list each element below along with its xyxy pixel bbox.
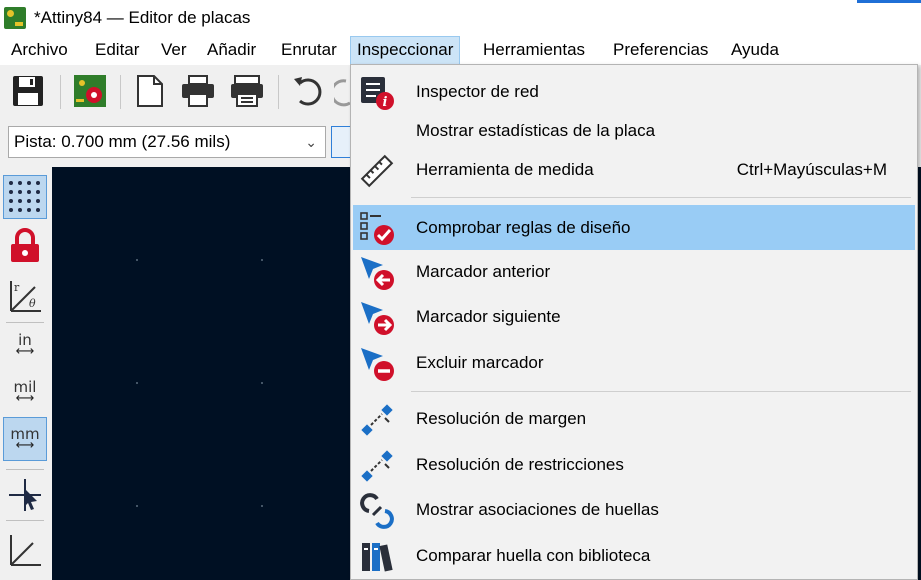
clearance-resolution-icon [359, 402, 395, 438]
menu-item-constraints-resolution[interactable]: Resolución de restricciones [353, 445, 915, 485]
svg-text:i: i [383, 95, 388, 110]
grid-dot [136, 259, 138, 261]
marker-previous-icon [359, 255, 395, 291]
menu-enrutar[interactable]: Enrutar [275, 36, 343, 65]
menu-item-compare-footprint-library[interactable]: Comparar huella con biblioteca [353, 536, 915, 576]
double-arrow-icon: ⟷ [15, 391, 35, 406]
toolbar-separator [278, 75, 279, 109]
save-icon[interactable] [10, 73, 46, 109]
undo-icon[interactable] [290, 73, 326, 109]
grid-dot [261, 382, 263, 384]
print-icon[interactable] [180, 73, 216, 109]
polar-coordinates-icon[interactable]: rθ [3, 273, 47, 317]
menu-item-measure-tool[interactable]: Herramienta de medida Ctrl+Mayúsculas+M [353, 150, 915, 190]
pcb-editor-app-icon [4, 7, 26, 29]
grid-dot [136, 505, 138, 507]
menu-separator [411, 391, 911, 392]
menu-item-label: Comprobar reglas de diseño [416, 218, 631, 237]
units-mm-button[interactable]: mm ⟷ [3, 417, 47, 461]
page-settings-icon[interactable] [132, 73, 168, 109]
menu-item-label: Resolución de margen [416, 409, 587, 428]
menu-item-clearance-resolution[interactable]: Resolución de margen [353, 399, 915, 439]
menu-item-design-rules-check[interactable]: Comprobar reglas de diseño [353, 205, 915, 250]
board-setup-icon[interactable] [72, 73, 108, 109]
menu-item-label: Inspector de red [416, 82, 539, 101]
grid-dot [136, 382, 138, 384]
chevron-down-icon: ⌄ [305, 134, 317, 150]
menu-item-shortcut: Ctrl+Mayúsculas+M [736, 160, 887, 179]
menu-item-label: Marcador anterior [416, 262, 551, 281]
library-compare-icon [359, 539, 395, 575]
menu-item-label: Mostrar asociaciones de huellas [416, 500, 659, 519]
menu-item-label: Herramienta de medida [416, 160, 594, 179]
menu-item-label: Marcador siguiente [416, 307, 561, 326]
grid-lock-icon[interactable] [3, 224, 47, 268]
menu-bar: Archivo Editar Ver Añadir Enrutar Inspec… [0, 36, 921, 65]
measure-ruler-icon [359, 153, 395, 189]
grid-dot [261, 505, 263, 507]
menu-item-exclude-marker[interactable]: Excluir marcador [353, 343, 915, 383]
menu-preferencias[interactable]: Preferencias [607, 36, 714, 65]
toolbar-separator [120, 75, 121, 109]
footprint-associations-icon [359, 493, 395, 529]
menu-editar[interactable]: Editar [89, 36, 145, 65]
inspect-dropdown-menu: i Inspector de red Mostrar estadísticas … [350, 64, 918, 580]
units-mils-button[interactable]: mil ⟷ [3, 370, 47, 414]
menu-item-label: Comparar huella con biblioteca [416, 546, 651, 565]
menu-archivo[interactable]: Archivo [5, 36, 74, 65]
menu-item-previous-marker[interactable]: Marcador anterior [353, 252, 915, 292]
menu-inspeccionar[interactable]: Inspeccionar [350, 36, 461, 65]
local-coordinates-icon[interactable] [3, 527, 47, 571]
constraints-resolution-icon [359, 448, 395, 484]
menu-item-net-inspector[interactable]: i Inspector de red [353, 72, 915, 112]
track-width-value: Pista: 0.700 mm (27.56 mils) [14, 132, 231, 151]
menu-item-label: Mostrar estadísticas de la placa [416, 121, 656, 140]
track-width-select[interactable]: Pista: 0.700 mm (27.56 mils) ⌄ [8, 126, 326, 158]
toolbar-separator [6, 520, 44, 521]
grid-toggle-icon[interactable] [3, 175, 47, 219]
toolbar-separator [60, 75, 61, 109]
grid-dot [261, 259, 263, 261]
marker-exclude-icon [359, 346, 395, 382]
cursor-crosshair-icon[interactable] [3, 473, 47, 517]
menu-item-next-marker[interactable]: Marcador siguiente [353, 297, 915, 337]
toolbar-separator [6, 469, 44, 470]
drc-checklist-icon [359, 210, 395, 246]
svg-text:r: r [14, 281, 20, 294]
svg-text:θ: θ [29, 297, 36, 310]
menu-item-label: Excluir marcador [416, 353, 544, 372]
left-toolbar: rθ in ⟷ mil ⟷ mm ⟷ [0, 167, 52, 580]
window-title: *Attiny84 — Editor de placas [34, 8, 251, 27]
menu-item-board-statistics[interactable]: Mostrar estadísticas de la placa [353, 111, 915, 151]
menu-herramientas[interactable]: Herramientas [477, 36, 591, 65]
menu-separator [411, 197, 911, 198]
title-bar: *Attiny84 — Editor de placas [0, 0, 921, 36]
net-inspector-icon: i [359, 75, 395, 111]
menu-ver[interactable]: Ver [155, 36, 193, 65]
menu-item-footprint-associations[interactable]: Mostrar asociaciones de huellas [353, 490, 915, 530]
double-arrow-icon: ⟷ [15, 344, 35, 359]
units-inches-button[interactable]: in ⟷ [3, 323, 47, 367]
marker-next-icon [359, 300, 395, 336]
menu-anadir[interactable]: Añadir [201, 36, 262, 65]
menu-ayuda[interactable]: Ayuda [725, 36, 785, 65]
title-accent [857, 0, 921, 3]
plot-icon[interactable] [229, 73, 265, 109]
menu-item-label: Resolución de restricciones [416, 455, 624, 474]
